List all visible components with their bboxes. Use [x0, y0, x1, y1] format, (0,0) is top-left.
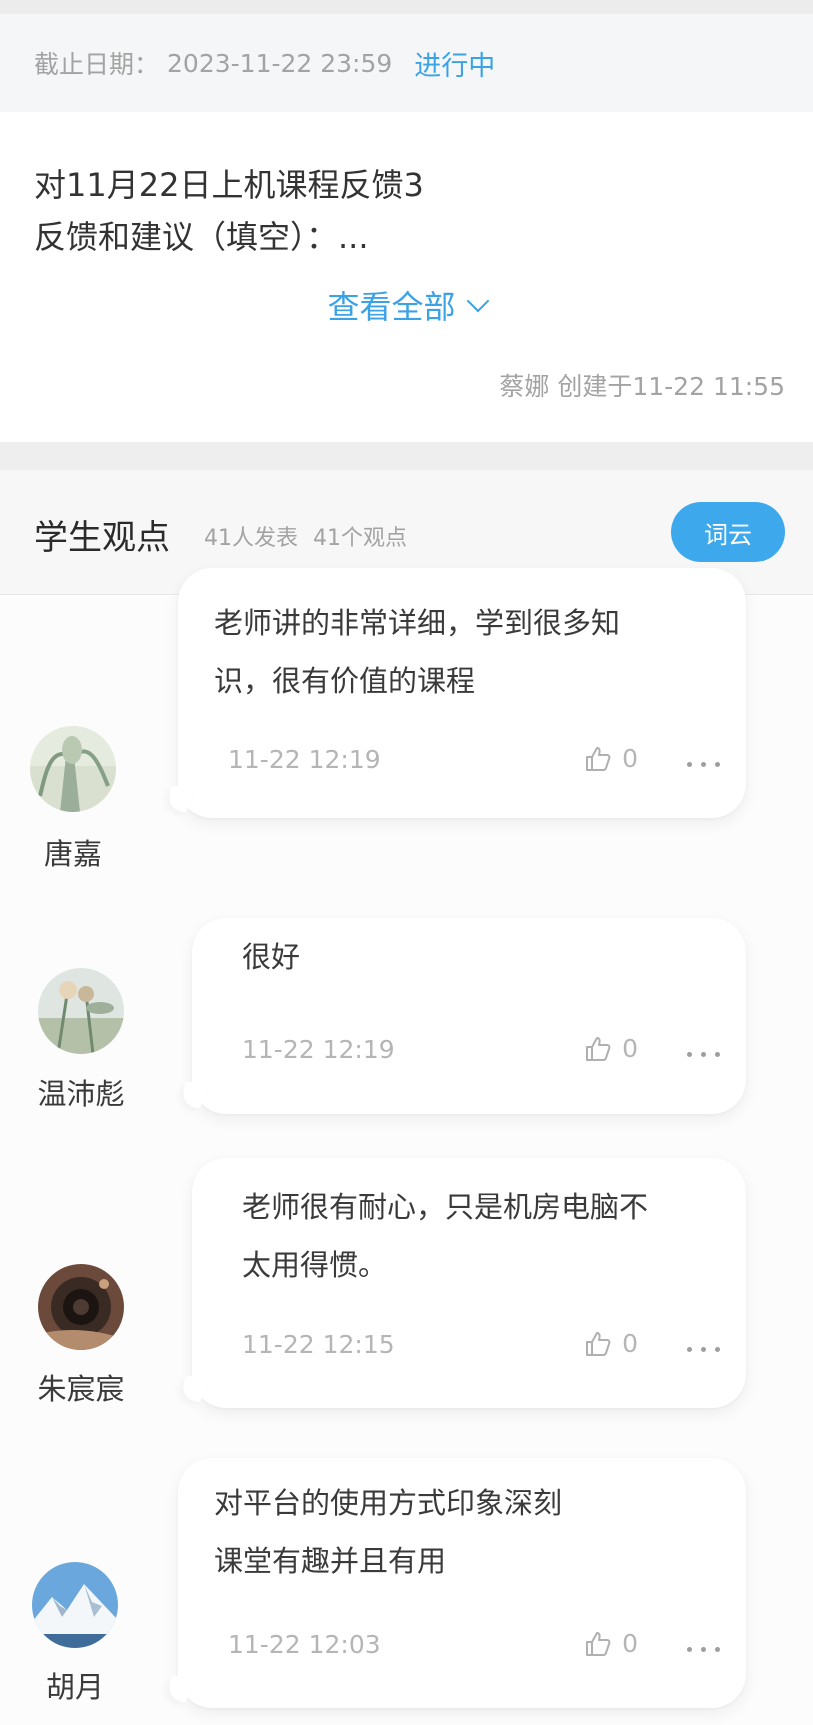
opinion-count: 41个观点: [313, 526, 407, 551]
post-timestamp: 11-22 12:03: [228, 1630, 381, 1659]
opinion-card: 对平台的使用方式印象深刻 课堂有趣并且有用 11-22 12:03 0: [178, 1458, 746, 1708]
post-timestamp: 11-22 12:15: [242, 1330, 395, 1359]
student-name: 朱宸宸: [37, 1372, 125, 1406]
opinion-text-line: 太用得惯。: [242, 1248, 388, 1282]
opinion-text-line: 对平台的使用方式印象深刻: [214, 1486, 563, 1520]
view-all-label: 查看全部: [327, 288, 456, 326]
opinion-feed: 唐嘉 老师讲的非常详细，学到很多知 识，很有价值的课程 11-22 12:19 …: [0, 568, 813, 1725]
opinion-text-line: 老师讲的非常详细，学到很多知: [214, 606, 621, 640]
like-button[interactable]: 0: [584, 1329, 638, 1358]
like-count: 0: [622, 1329, 638, 1358]
status-badge: 进行中: [414, 50, 496, 82]
more-options-button[interactable]: [687, 762, 720, 767]
task-description: 对11月22日上机课程反馈3 反馈和建议（填空）：... 查看全部 蔡娜 创建于…: [0, 112, 813, 442]
student-name: 温沛彪: [37, 1077, 125, 1111]
opinion-card: 很好 11-22 12:19 0: [192, 918, 746, 1114]
camera-photo-avatar-icon[interactable]: [38, 1264, 124, 1350]
deadline-label: 截止日期：: [34, 50, 160, 79]
thumbs-up-icon: [584, 1330, 612, 1358]
more-options-button[interactable]: [687, 1647, 720, 1652]
post-timestamp: 11-22 12:19: [242, 1035, 395, 1064]
chevron-down-icon: [466, 289, 489, 313]
opinion-card: 老师很有耐心，只是机房电脑不 太用得惯。 11-22 12:15 0: [192, 1158, 746, 1408]
opinion-text-line: 老师很有耐心，只是机房电脑不: [242, 1190, 649, 1224]
wordcloud-button[interactable]: 词云: [671, 502, 785, 562]
opinion-text-line: 课堂有趣并且有用: [214, 1544, 447, 1578]
post-timestamp: 11-22 12:19: [228, 745, 381, 774]
mountain-photo-avatar-icon[interactable]: [32, 1562, 118, 1648]
like-button[interactable]: 0: [584, 1629, 638, 1658]
deadline-bar: 截止日期： 2023-11-22 23:59 进行中: [0, 14, 813, 112]
plant-photo-avatar-icon[interactable]: [30, 726, 116, 812]
thumbs-up-icon: [584, 745, 612, 773]
deadline-date: 2023-11-22 23:59: [167, 48, 393, 78]
opinion-text-line: 识，很有价值的课程: [214, 664, 476, 698]
like-count: 0: [622, 744, 638, 773]
thumbs-up-icon: [584, 1630, 612, 1658]
top-divider: [0, 0, 813, 14]
student-name: 胡月: [45, 1670, 104, 1704]
opinion-card: 老师讲的非常详细，学到很多知 识，很有价值的课程 11-22 12:19 0: [178, 568, 746, 818]
opinion-text: 老师讲的非常详细，学到很多知 识，很有价值的课程: [214, 594, 716, 710]
section-stats: 41人发表 41个观点: [204, 520, 407, 552]
more-options-button[interactable]: [687, 1052, 720, 1057]
opinion-text-line: 很好: [242, 940, 301, 974]
like-count: 0: [622, 1629, 638, 1658]
opinion-text: 老师很有耐心，只是机房电脑不 太用得惯。: [242, 1178, 716, 1294]
opinion-text: 很好: [242, 928, 716, 986]
more-options-button[interactable]: [687, 1347, 720, 1352]
section-divider: [0, 442, 813, 470]
task-title-line-2: 反馈和建议（填空）：...: [34, 218, 369, 256]
like-button[interactable]: 0: [584, 744, 638, 773]
task-title-line-1: 对11月22日上机课程反馈3: [34, 166, 424, 204]
view-all-button[interactable]: 查看全部: [0, 282, 813, 328]
participant-count: 41人发表: [204, 526, 298, 551]
creator-info: 蔡娜 创建于11-22 11:55: [499, 372, 785, 401]
opinion-text: 对平台的使用方式印象深刻 课堂有趣并且有用: [214, 1474, 716, 1590]
like-count: 0: [622, 1034, 638, 1063]
student-name: 唐嘉: [43, 837, 102, 871]
like-button[interactable]: 0: [584, 1034, 638, 1063]
flower-photo-avatar-icon[interactable]: [38, 968, 124, 1054]
section-title: 学生观点: [34, 518, 170, 558]
thumbs-up-icon: [584, 1035, 612, 1063]
